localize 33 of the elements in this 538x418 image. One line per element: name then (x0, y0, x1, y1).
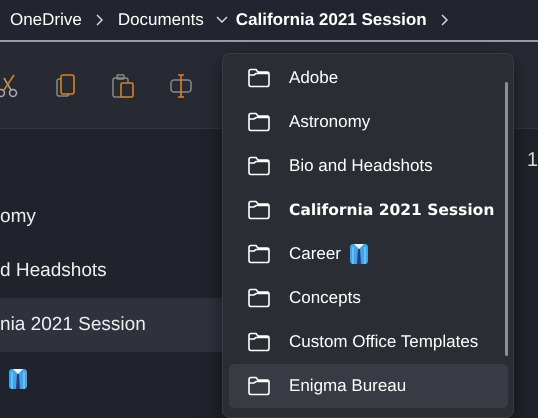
breadcrumb-item[interactable]: California 2021 Session (236, 10, 427, 30)
menu-item[interactable]: Custom Office Templates (229, 320, 508, 364)
breadcrumb-item[interactable]: Documents (118, 10, 204, 30)
paste-icon[interactable] (112, 74, 134, 98)
folder-icon (247, 244, 271, 264)
folder-icon (247, 332, 271, 352)
menu-item[interactable]: Career (229, 232, 508, 276)
folder-icon (247, 376, 271, 396)
menu-item[interactable]: Enigma Bureau (229, 364, 508, 408)
breadcrumb-item[interactable]: OneDrive (10, 10, 82, 30)
folder-icon (247, 156, 271, 176)
file-name: d Headshots (0, 260, 107, 282)
rename-icon[interactable] (170, 74, 192, 98)
chevron-down-icon[interactable] (216, 16, 228, 24)
menu-item[interactable]: Astronomy (229, 100, 508, 144)
folder-icon (247, 112, 271, 132)
chevron-right-icon[interactable] (96, 14, 104, 26)
folder-icon (247, 68, 271, 88)
file-name: omy (0, 206, 36, 228)
file-name: nia 2021 Session (0, 314, 146, 336)
folder-icon (247, 288, 271, 308)
file-row[interactable]: d Headshots (0, 244, 222, 298)
chevron-right-icon[interactable] (440, 14, 449, 26)
file-row[interactable]: nia 2021 Session (0, 298, 222, 352)
file-row[interactable]: omy (0, 190, 222, 244)
menu-item[interactable]: California 2021 Session (229, 188, 508, 232)
details-text: 1 (526, 149, 538, 173)
copy-icon[interactable] (56, 74, 76, 98)
scrollbar[interactable] (505, 82, 508, 356)
menu-item[interactable]: Bio and Headshots (229, 144, 508, 188)
scissors-icon[interactable] (0, 72, 20, 98)
menu-item[interactable]: Concepts (229, 276, 508, 320)
folder-icon (247, 200, 271, 220)
